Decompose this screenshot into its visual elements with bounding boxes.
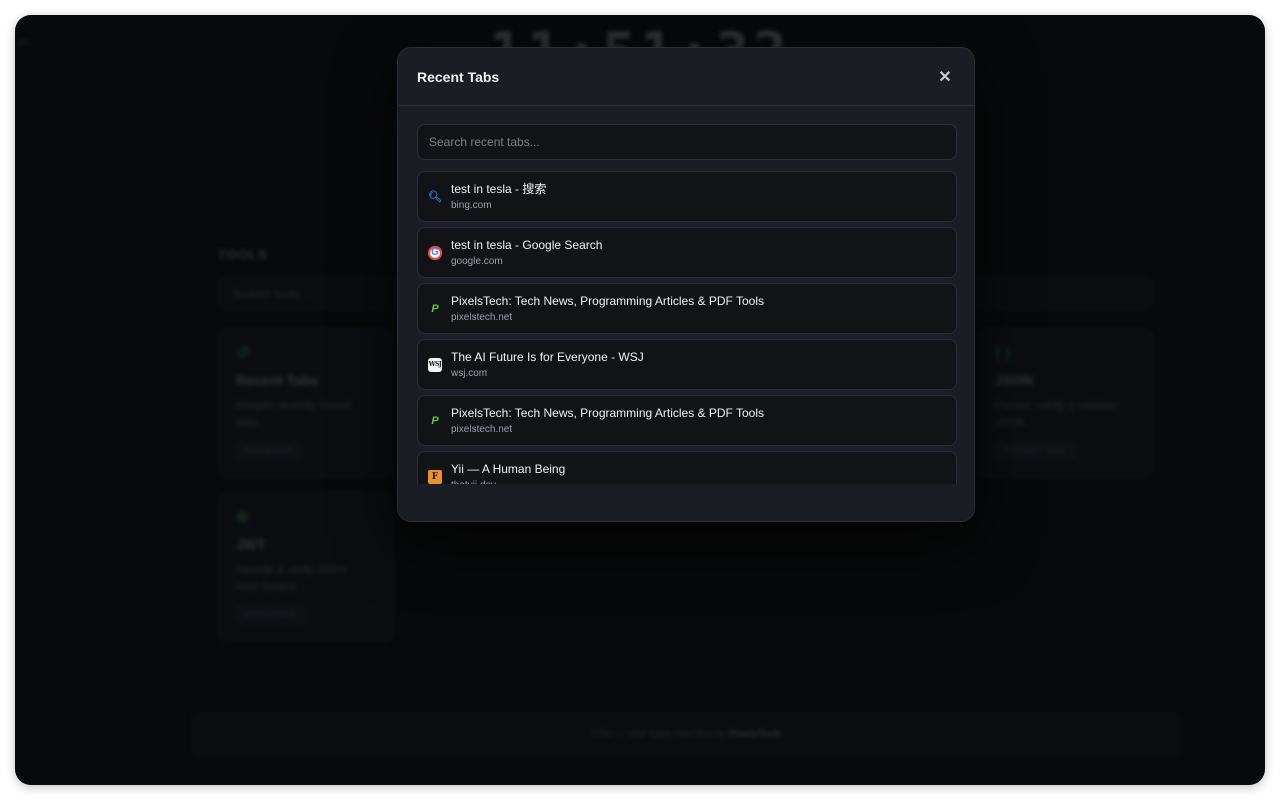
tab-title: test in tesla - Google Search	[451, 238, 603, 252]
close-button[interactable]: ✕	[935, 67, 955, 87]
yii-favicon-icon: F	[428, 469, 442, 484]
tab-domain: bing.com	[451, 200, 492, 211]
recent-tabs-modal: Recent Tabs ✕ 🔍︎ test in tesla - 搜索 bing.c…	[397, 47, 975, 522]
tab-text: Yii — A Human Being thatyii.dev	[451, 461, 565, 484]
tab-text: test in tesla - Google Search google.com	[451, 237, 602, 268]
recent-tab-item[interactable]: F Yii — A Human Being thatyii.dev	[417, 451, 957, 484]
pixels-favicon-icon: P	[431, 302, 439, 315]
tab-title: PixelsTech: Tech News, Programming Artic…	[451, 294, 765, 308]
tab-title: test in tesla - 搜索	[451, 182, 547, 196]
tab-text: The AI Future Is for Everyone - WSJ wsj.c…	[451, 349, 644, 380]
tab-title: Yii — A Human Being	[451, 462, 566, 476]
tab-domain: pixelstech.net	[451, 424, 513, 435]
tab-title: PixelsTech: Tech News, Programming Artic…	[451, 406, 765, 420]
modal-title: Recent Tabs	[417, 68, 500, 85]
tab-text: PixelsTech: Tech News, Programming Artic…	[451, 405, 764, 436]
tab-domain: wsj.com	[451, 368, 488, 379]
app-window: ch 11:51:32 TOOLS Search tools... ↺ Rece…	[15, 15, 1265, 785]
recent-tab-item[interactable]: WSJ The AI Future Is for Everyone - WSJ ws…	[417, 339, 957, 390]
recent-tab-item[interactable]: Gtest in tesla - Google Search google.com	[417, 227, 957, 278]
tab-domain: google.com	[451, 256, 503, 267]
tab-text: PixelsTech: Tech News, Programming Artic…	[451, 293, 764, 324]
recent-tabs-list[interactable]: 🔍︎ test in tesla - 搜索 bing.com Gtest in tes…	[417, 171, 957, 484]
bing-favicon-icon: 🔍︎	[428, 191, 442, 203]
tab-title: The AI Future Is for Everyone - WSJ	[451, 350, 644, 364]
wsj-favicon-icon: WSJ	[428, 357, 442, 372]
close-icon: ✕	[938, 68, 952, 86]
tab-domain: thatyii.dev	[451, 479, 565, 484]
recent-tab-item[interactable]: P PixelsTech: Tech News, Programming Arti…	[417, 283, 957, 334]
recent-tab-item[interactable]: 🔍︎ test in tesla - 搜索 bing.com	[417, 171, 957, 222]
tab-text: test in tesla - 搜索 bing.com	[451, 181, 546, 212]
google-favicon-icon: G	[428, 245, 442, 260]
modal-header: Recent Tabs ✕	[398, 48, 974, 106]
search-recent-tabs-input[interactable]	[417, 124, 957, 160]
pixels-favicon-icon: P	[431, 414, 439, 427]
recent-tab-item[interactable]: P PixelsTech: Tech News, Programming Arti…	[417, 395, 957, 446]
tab-domain: pixelstech.net	[451, 312, 513, 323]
